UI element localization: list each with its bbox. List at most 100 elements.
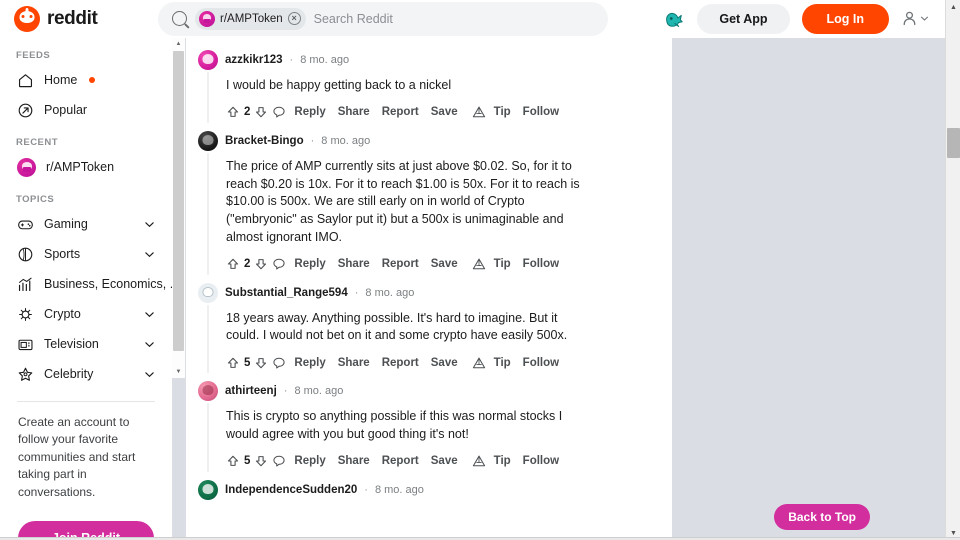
search-input[interactable]: Search Reddit <box>314 12 393 26</box>
separator: · <box>364 483 368 496</box>
comment-author[interactable]: Bracket-Bingo <box>225 135 304 147</box>
sidebar-item-sports[interactable]: Sports <box>10 239 162 269</box>
reply-label[interactable]: Reply <box>288 455 331 467</box>
chevron-down-icon[interactable] <box>144 369 155 380</box>
chart-bars-icon <box>18 277 32 291</box>
avatar[interactable] <box>198 381 218 401</box>
reply-label[interactable]: Reply <box>288 357 331 369</box>
report-action[interactable]: Report <box>376 455 425 467</box>
get-app-button[interactable]: Get App <box>697 3 790 34</box>
tip-label[interactable]: Tip <box>488 357 517 369</box>
sidebar-item-popular[interactable]: Popular <box>10 95 162 125</box>
comment-body: The price of AMP currently sits at just … <box>226 158 580 244</box>
comment-item: athirteenj · 8 mo. ago This is crypto so… <box>198 379 660 472</box>
separator: · <box>354 286 359 299</box>
sidebar-item-home[interactable]: Home <box>10 65 162 95</box>
scroll-down-arrow-icon[interactable]: ▼ <box>172 366 185 378</box>
upvote-icon[interactable] <box>226 105 240 119</box>
chevron-down-icon[interactable] <box>144 339 155 350</box>
avatar[interactable] <box>198 282 218 303</box>
promo-text: Create an account to follow your favorit… <box>18 415 136 499</box>
log-in-button[interactable]: Log In <box>801 3 889 34</box>
browser-scrollbar[interactable]: ▲ ▼ <box>945 0 960 540</box>
downvote-icon[interactable] <box>254 356 268 370</box>
sidebar-item-celebrity[interactable]: Celebrity <box>10 359 162 389</box>
report-action[interactable]: Report <box>376 106 425 118</box>
share-action[interactable]: Share <box>332 455 376 467</box>
avatar[interactable] <box>198 479 218 500</box>
comment-body: I would be happy getting back to a nicke… <box>226 78 452 92</box>
search-area: r/AMPToken × Search Reddit <box>158 1 608 36</box>
avatar[interactable] <box>198 130 218 151</box>
reply-action[interactable]: Reply <box>272 257 331 271</box>
person-icon <box>903 11 916 26</box>
save-action[interactable]: Save <box>425 258 464 270</box>
reply-label[interactable]: Reply <box>288 106 331 118</box>
comment-author[interactable]: athirteenj <box>225 385 277 397</box>
follow-action[interactable]: Follow <box>517 258 565 270</box>
back-to-top-button[interactable]: Back to Top <box>774 504 870 530</box>
comment-body: This is crypto so anything possible if t… <box>226 409 563 441</box>
reddit-mascot-icon[interactable] <box>663 9 685 29</box>
share-action[interactable]: Share <box>332 258 376 270</box>
vote-group: 5 <box>226 454 272 468</box>
save-action[interactable]: Save <box>425 455 464 467</box>
close-circle-icon[interactable]: × <box>287 12 301 25</box>
chevron-down-icon[interactable] <box>144 249 155 260</box>
save-action[interactable]: Save <box>425 106 464 118</box>
scroll-up-arrow-icon[interactable]: ▲ <box>172 38 185 50</box>
save-action[interactable]: Save <box>425 357 464 369</box>
reply-label[interactable]: Reply <box>288 258 331 270</box>
comment-item: Bracket-Bingo · 8 mo. ago The price of A… <box>198 129 660 275</box>
report-action[interactable]: Report <box>376 357 425 369</box>
follow-action[interactable]: Follow <box>517 455 565 467</box>
sidebar-section-recent: RECENT <box>16 137 59 148</box>
tip-action[interactable]: Tip <box>464 454 517 468</box>
search-scope-chip[interactable]: r/AMPToken × <box>195 7 306 30</box>
sidebar-scroll-thumb[interactable] <box>173 51 184 351</box>
comment-author[interactable]: azzkikr123 <box>225 54 283 66</box>
tip-action[interactable]: Tip <box>464 105 517 119</box>
downvote-icon[interactable] <box>254 454 268 468</box>
sidebar-item-business-economics[interactable]: Business, Economics, ... <box>10 269 172 299</box>
reply-action[interactable]: Reply <box>272 356 331 370</box>
share-action[interactable]: Share <box>332 106 376 118</box>
comment-author[interactable]: Substantial_Range594 <box>225 287 348 299</box>
sidebar-item-television[interactable]: Television <box>10 329 162 359</box>
tip-label[interactable]: Tip <box>488 455 517 467</box>
follow-action[interactable]: Follow <box>517 357 565 369</box>
tip-action[interactable]: Tip <box>464 356 517 370</box>
upvote-icon[interactable] <box>226 257 240 271</box>
tip-label[interactable]: Tip <box>488 106 517 118</box>
vote-count: 5 <box>244 455 251 467</box>
sidebar-scrollbar[interactable]: ▲ ▼ <box>172 38 185 378</box>
downvote-icon[interactable] <box>254 105 268 119</box>
reply-action[interactable]: Reply <box>272 454 331 468</box>
user-account-menu[interactable] <box>901 10 929 27</box>
share-action[interactable]: Share <box>332 357 376 369</box>
comment-header: athirteenj · 8 mo. ago <box>198 379 660 403</box>
downvote-icon[interactable] <box>254 257 268 271</box>
comment-item: IndependenceSudden20 · 8 mo. ago <box>198 478 660 502</box>
chevron-down-icon[interactable] <box>144 219 155 230</box>
report-action[interactable]: Report <box>376 258 425 270</box>
avatar[interactable] <box>198 50 218 70</box>
browser-scroll-thumb[interactable] <box>947 128 960 158</box>
tip-label[interactable]: Tip <box>488 258 517 270</box>
upvote-icon[interactable] <box>226 356 240 370</box>
upvote-icon[interactable] <box>226 454 240 468</box>
chevron-down-icon[interactable] <box>144 309 155 320</box>
tip-action[interactable]: Tip <box>464 257 517 271</box>
follow-action[interactable]: Follow <box>517 106 565 118</box>
sidebar-item-gaming[interactable]: Gaming <box>10 209 162 239</box>
create-account-promo: Create an account to follow your favorit… <box>10 402 162 540</box>
separator: · <box>310 134 315 147</box>
scroll-up-arrow-icon[interactable]: ▲ <box>946 0 960 14</box>
reddit-home-link[interactable]: reddit <box>0 5 150 32</box>
left-sidebar: FEEDS Home Popular RECENT r/AMPToken TOP… <box>0 38 172 540</box>
sidebar-item-crypto[interactable]: Crypto <box>10 299 162 329</box>
comment-author[interactable]: IndependenceSudden20 <box>225 484 357 496</box>
reply-action[interactable]: Reply <box>272 105 331 119</box>
sidebar-item-r-amptoken[interactable]: r/AMPToken <box>10 152 162 182</box>
search-bar[interactable]: r/AMPToken × Search Reddit <box>158 1 608 36</box>
